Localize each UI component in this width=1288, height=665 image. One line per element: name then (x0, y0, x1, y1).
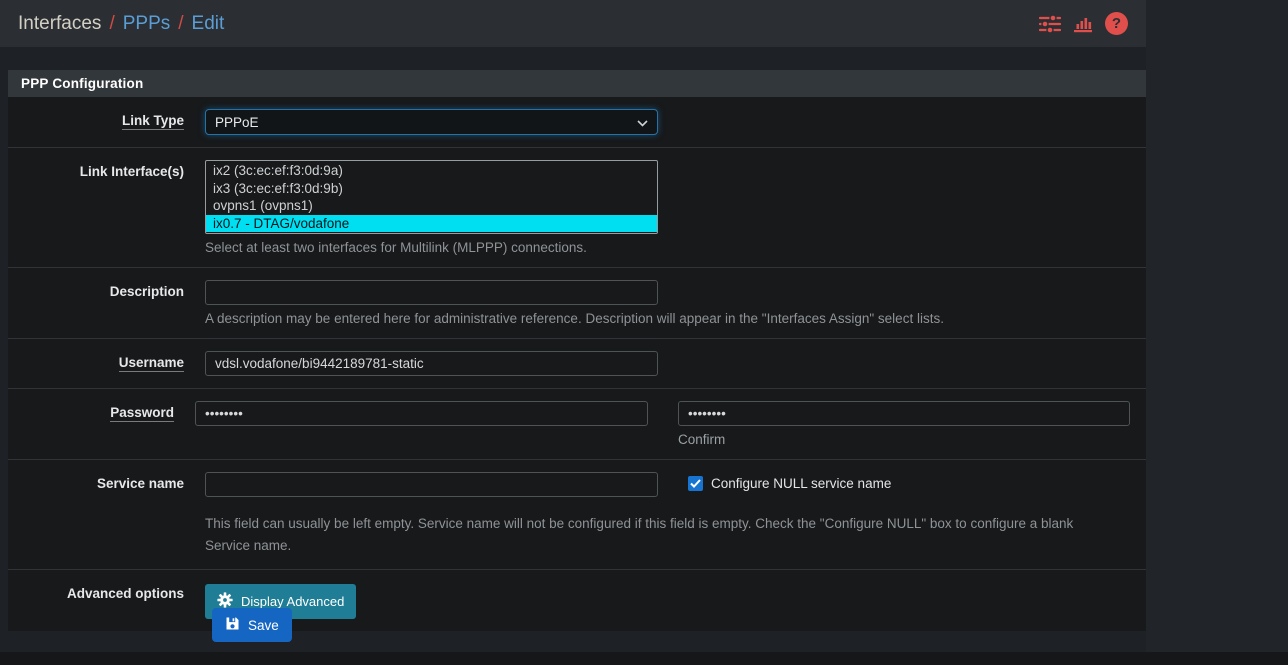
row-description: Description A description may be entered… (8, 267, 1146, 338)
description-label: Description (8, 280, 205, 326)
listbox-option-selected[interactable]: ix0.7 - DTAG/vodafone (206, 215, 657, 233)
row-link-interfaces: Link Interface(s) ix2 (3c:ec:ef:f3:0d:9a… (8, 147, 1146, 267)
breadcrumb-root: Interfaces (18, 13, 101, 35)
listbox-option[interactable]: ix3 (3c:ec:ef:f3:0d:9b) (206, 180, 657, 198)
username-label: Username (119, 355, 184, 372)
save-button[interactable]: Save (212, 608, 292, 642)
password-confirm-input[interactable] (678, 401, 1130, 426)
listbox-option[interactable]: ovpns1 (ovpns1) (206, 197, 657, 215)
ppp-configuration-panel: PPP Configuration Link Type PPPoE Link I… (8, 70, 1146, 631)
breadcrumb-separator: / (109, 13, 114, 35)
row-service-name: Service name Configure NULL service name… (8, 459, 1146, 569)
pfsense-ppp-edit-screen: Interfaces / PPPs / Edit (0, 0, 1288, 665)
link-type-selected-value: PPPoE (215, 115, 259, 130)
panel-title: PPP Configuration (8, 70, 1146, 97)
top-navbar: Interfaces / PPPs / Edit (0, 0, 1146, 47)
description-help: A description may be entered here for ad… (205, 311, 1130, 326)
breadcrumb: Interfaces / PPPs / Edit (18, 13, 224, 35)
row-password: Password Confirm (8, 388, 1146, 459)
breadcrumb-link-edit[interactable]: Edit (192, 13, 225, 35)
service-name-input[interactable] (205, 472, 658, 497)
configure-null-check-group[interactable]: Configure NULL service name (688, 476, 891, 491)
configure-null-label[interactable]: Configure NULL service name (711, 476, 891, 491)
row-link-type: Link Type PPPoE (8, 97, 1146, 147)
password-label: Password (110, 405, 174, 422)
footer-strip (0, 652, 1288, 665)
listbox-option[interactable]: ix2 (3c:ec:ef:f3:0d:9a) (206, 162, 657, 180)
password-input[interactable] (195, 401, 648, 426)
link-interfaces-listbox[interactable]: ix2 (3c:ec:ef:f3:0d:9a) ix3 (3c:ec:ef:f3… (205, 160, 658, 234)
checkbox-checked-icon[interactable] (688, 476, 703, 491)
service-name-help: This field can usually be left empty. Se… (205, 513, 1115, 557)
help-icon[interactable]: ? (1105, 12, 1128, 35)
link-interfaces-label: Link Interface(s) (8, 160, 205, 255)
breadcrumb-link-ppps[interactable]: PPPs (123, 13, 171, 35)
chevron-down-icon (637, 115, 648, 130)
username-input[interactable] (205, 351, 658, 376)
password-confirm-label: Confirm (678, 432, 1130, 447)
service-name-label: Service name (8, 472, 205, 557)
row-username: Username (8, 338, 1146, 388)
save-floppy-icon (225, 616, 240, 634)
link-interfaces-help: Select at least two interfaces for Multi… (205, 240, 1130, 255)
sliders-icon[interactable] (1039, 14, 1061, 34)
breadcrumb-separator: / (178, 13, 183, 35)
link-type-select[interactable]: PPPoE (205, 109, 658, 135)
page-content: PPP Configuration Link Type PPPoE Link I… (0, 47, 1146, 652)
save-button-label: Save (248, 618, 279, 633)
description-input[interactable] (205, 280, 658, 305)
chart-bar-icon[interactable] (1073, 15, 1093, 33)
link-type-label: Link Type (122, 113, 184, 130)
